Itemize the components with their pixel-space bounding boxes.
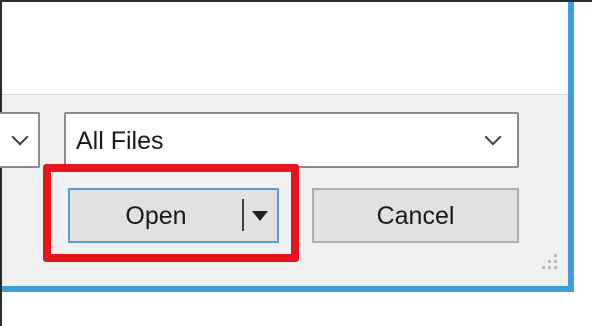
cancel-button[interactable]: Cancel [312,188,519,243]
resize-grip-icon[interactable] [542,254,558,270]
chevron-down-icon[interactable] [11,128,29,146]
divider [2,94,568,95]
cancel-button-label: Cancel [376,202,455,230]
filename-dropdown[interactable] [0,112,40,168]
file-type-value: All Files [76,127,164,155]
file-list-area [2,2,568,94]
chevron-down-icon[interactable] [484,128,502,146]
file-type-dropdown[interactable]: All Files [64,112,519,168]
red-highlight-box [43,164,299,262]
